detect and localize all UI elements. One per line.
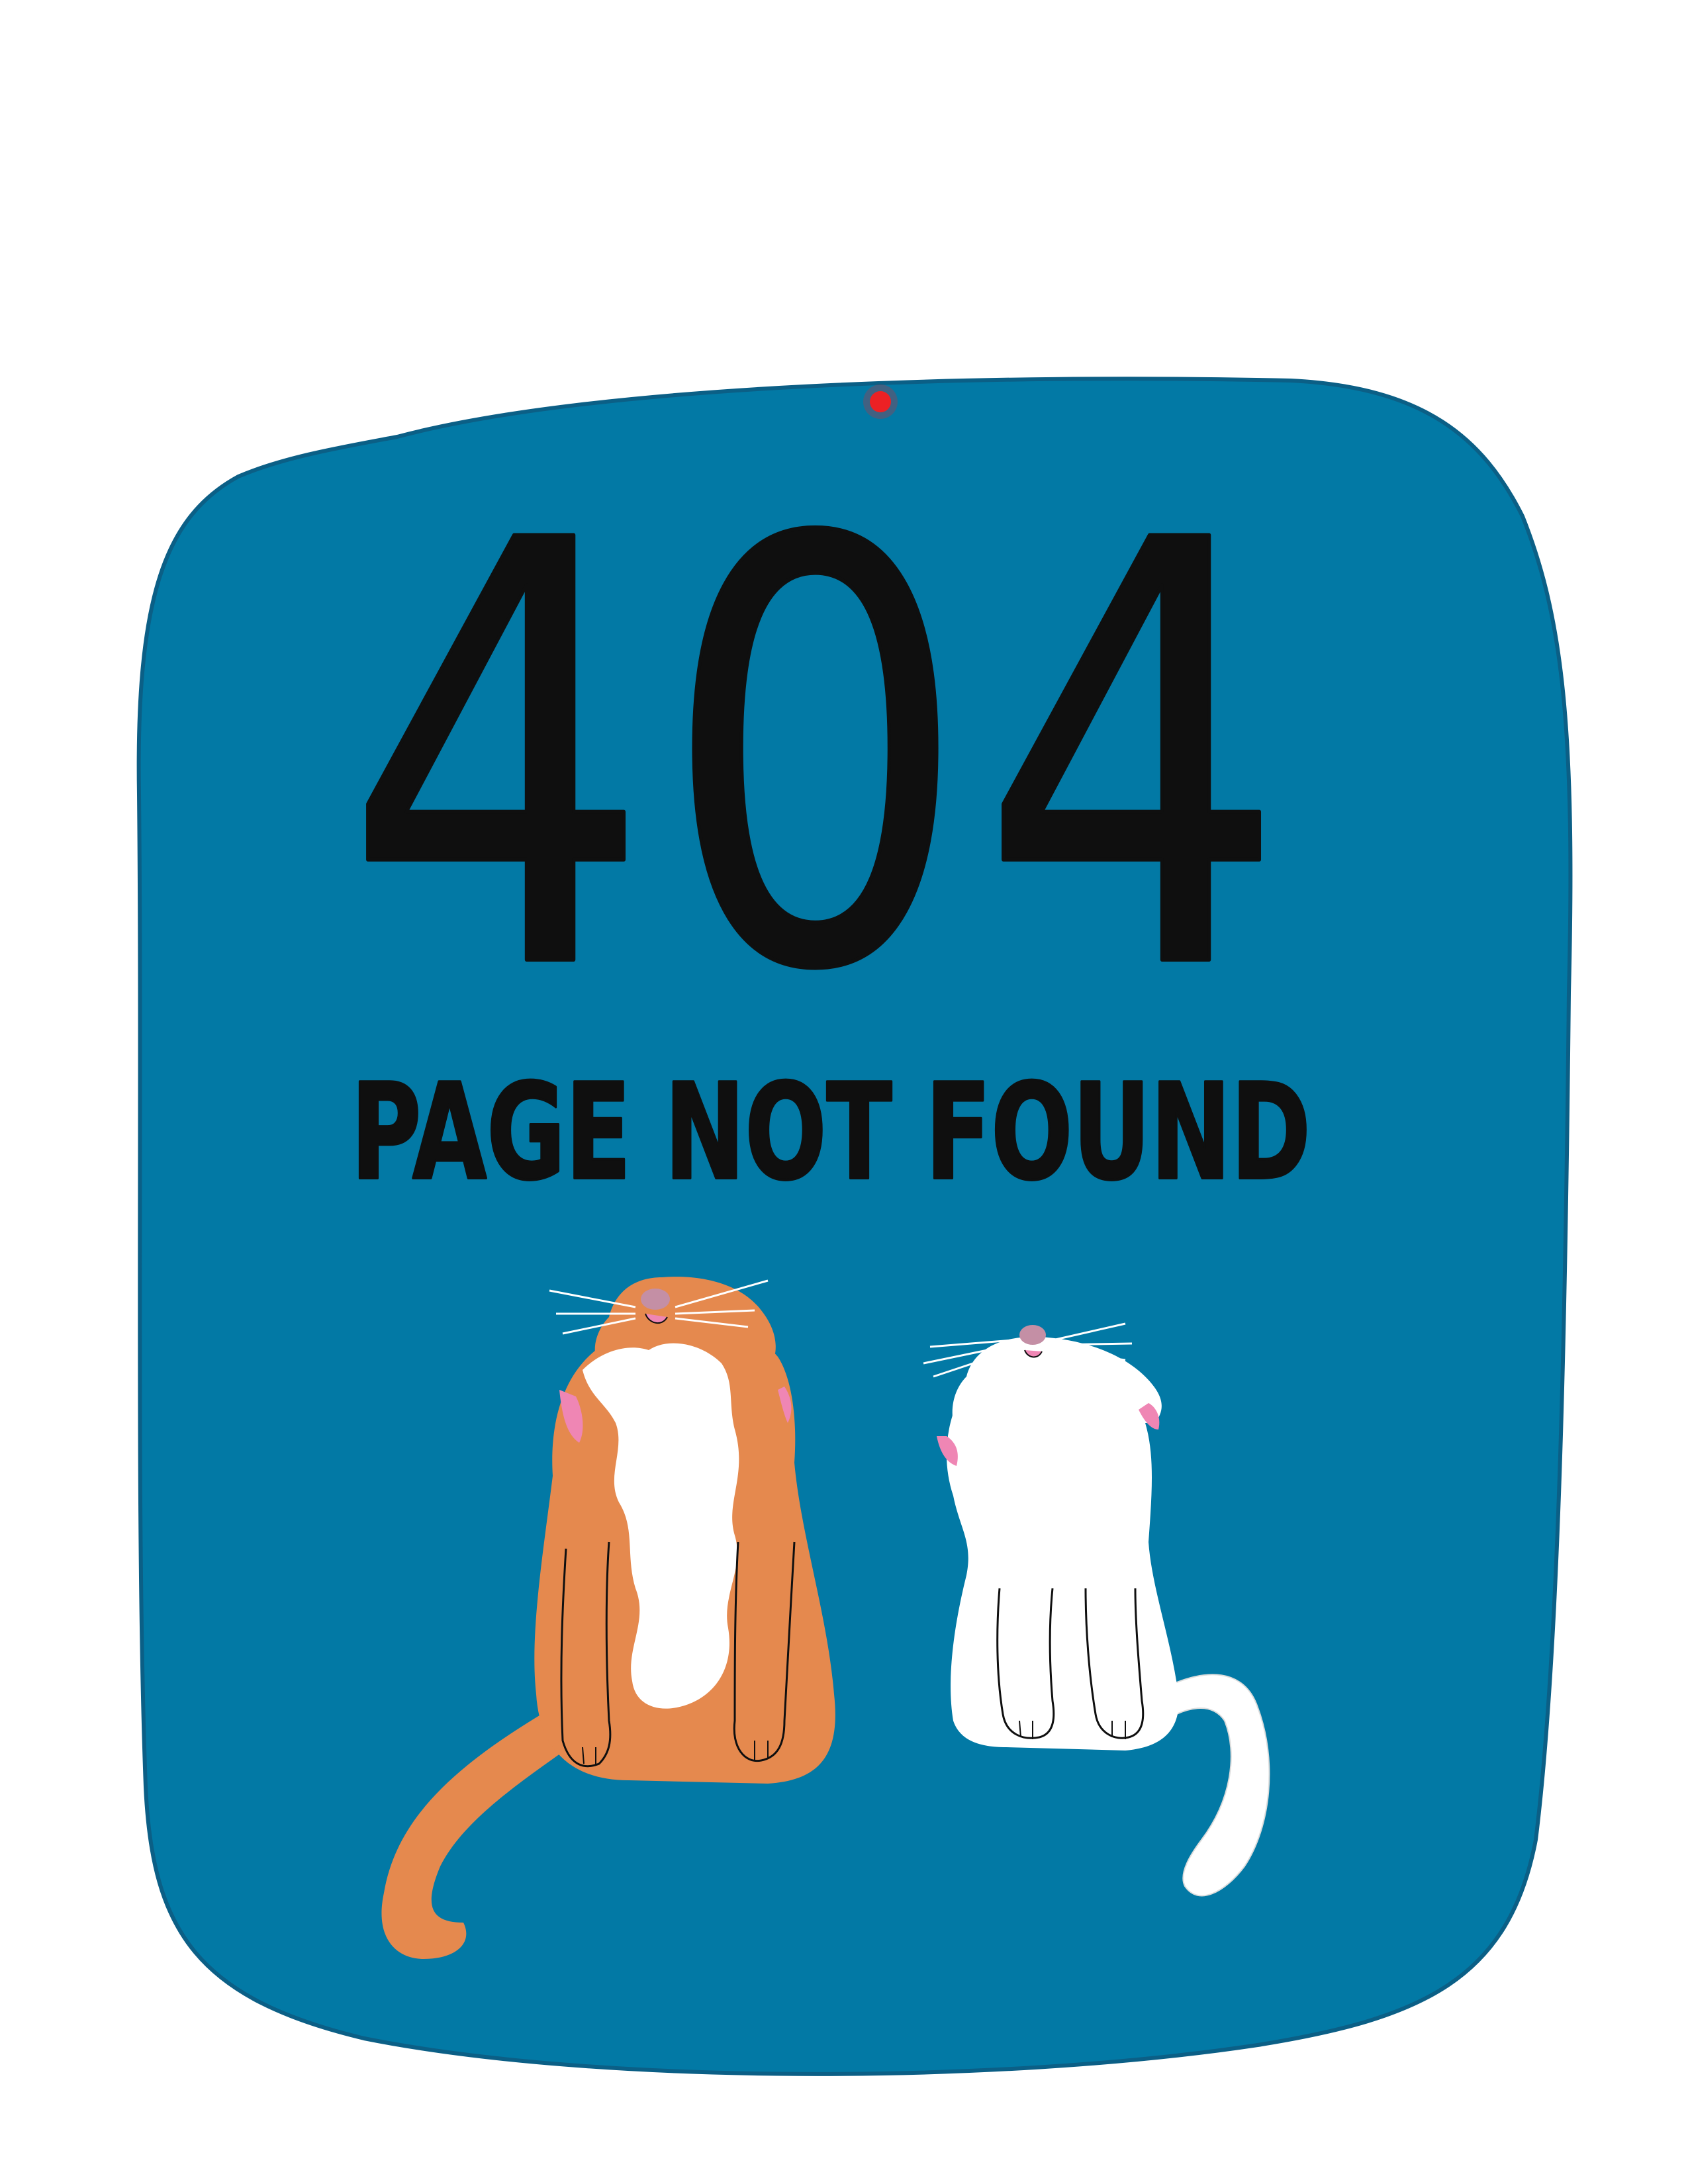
- error-code: 404: [344, 419, 1297, 1097]
- error-message: PAGE NOT FOUND: [351, 1056, 1311, 1210]
- illustration-canvas: 404 PAGE NOT FOUND: [136, 377, 1573, 2076]
